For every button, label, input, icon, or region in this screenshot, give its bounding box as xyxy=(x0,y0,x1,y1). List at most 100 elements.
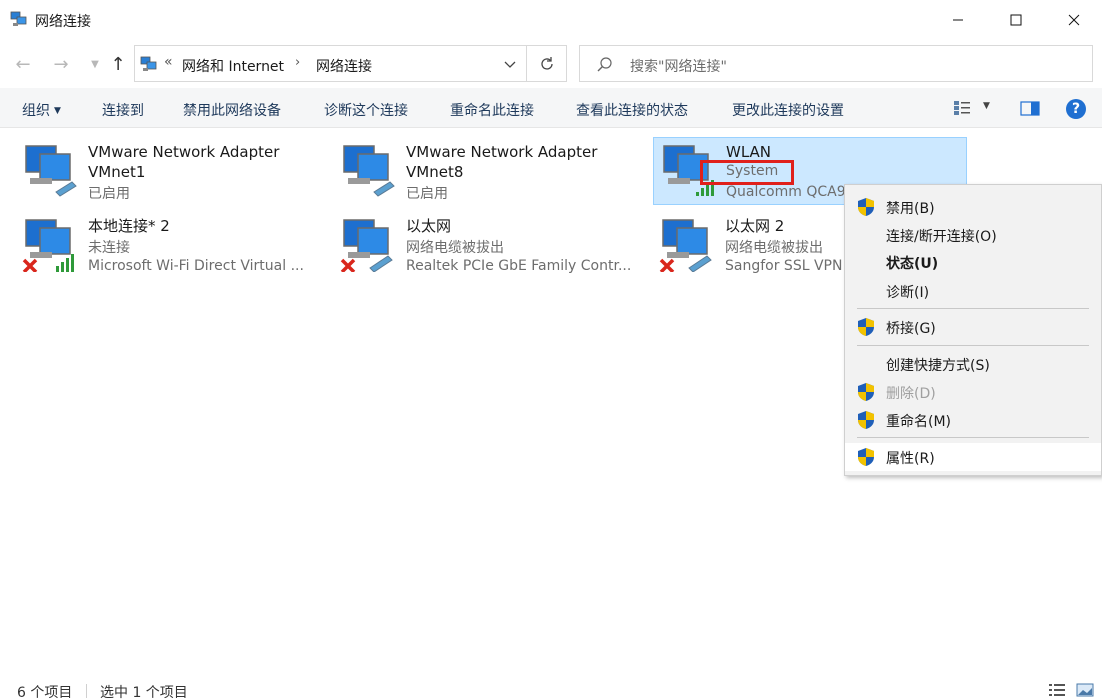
menu-label: 删除(D) xyxy=(886,386,936,402)
arrow-right-icon: → xyxy=(53,53,69,75)
minimize-icon xyxy=(953,19,963,21)
connection-name: 以太网 xyxy=(406,217,452,235)
wireless-adapter-disconnected-icon xyxy=(22,219,74,272)
refresh-button[interactable] xyxy=(527,45,567,82)
context-menu: 禁用(B) 连接/断开连接(O) 状态(U) 诊断(I) 桥接(G) 创建快捷方… xyxy=(844,184,1102,476)
menu-label: 禁用(B) xyxy=(886,201,935,217)
forward-button[interactable]: → xyxy=(50,52,72,76)
connection-status: 未连接 xyxy=(88,240,130,256)
menu-item-properties[interactable]: 属性(R) xyxy=(845,443,1101,471)
menu-label: 连接/断开连接(O) xyxy=(886,229,997,245)
close-icon xyxy=(1068,14,1080,26)
connection-item-ethernet-2[interactable]: 以太网 2 网络电缆被拔出 Sangfor SSL VPN xyxy=(653,212,843,280)
refresh-icon xyxy=(540,56,553,70)
view-options-icon[interactable] xyxy=(953,100,971,116)
network-connections-icon xyxy=(10,11,27,26)
connection-name-line2: VMnet1 xyxy=(88,163,146,181)
organize-button[interactable]: 组织 ▼ xyxy=(22,100,61,120)
connection-name: 以太网 2 xyxy=(725,217,785,235)
breadcrumb-network-internet[interactable]: 网络和 Internet xyxy=(182,56,284,76)
overflow-chevron[interactable]: « xyxy=(164,54,173,70)
item-count: 6 个项目 xyxy=(17,685,73,699)
menu-label: 诊断(I) xyxy=(886,285,930,301)
connection-status: 网络电缆被拔出 xyxy=(725,240,823,256)
title-bar: 网络连接 xyxy=(0,0,1102,40)
menu-item-status[interactable]: 状态(U) xyxy=(845,248,1101,276)
chevron-down-icon: ▼ xyxy=(91,58,99,70)
back-button[interactable]: ← xyxy=(12,52,34,76)
connection-status: 网络电缆被拔出 xyxy=(406,240,504,256)
menu-label: 重命名(M) xyxy=(886,414,952,430)
network-connections-icon xyxy=(140,56,157,71)
connection-name: VMware Network Adapter xyxy=(406,143,598,161)
caret-down-icon: ▼ xyxy=(54,106,61,116)
up-button[interactable]: ↑ xyxy=(107,52,129,76)
menu-item-create-shortcut[interactable]: 创建快捷方式(S) xyxy=(845,350,1101,378)
search-input[interactable]: 搜索"网络连接" xyxy=(579,45,1093,82)
connection-device: Qualcomm QCA9 xyxy=(726,184,846,200)
uac-shield-icon xyxy=(858,383,874,401)
connection-device: Microsoft Wi-Fi Direct Virtual ... xyxy=(88,258,304,274)
large-icons-view-icon[interactable] xyxy=(1076,683,1094,697)
connection-item-vmnet1[interactable]: VMware Network Adapter VMnet1 已启用 xyxy=(16,138,316,206)
menu-label: 状态(U) xyxy=(886,256,939,272)
menu-item-disable[interactable]: 禁用(B) xyxy=(845,193,1101,221)
menu-item-bridge[interactable]: 桥接(G) xyxy=(845,313,1101,341)
rename-button[interactable]: 重命名此连接 xyxy=(450,100,534,120)
view-status-button[interactable]: 查看此连接的状态 xyxy=(576,100,688,120)
maximize-icon xyxy=(1010,14,1022,26)
connection-name: VMware Network Adapter xyxy=(88,143,280,161)
connection-status: 已启用 xyxy=(88,186,130,202)
disable-device-button[interactable]: 禁用此网络设备 xyxy=(183,100,281,120)
connect-to-button[interactable]: 连接到 xyxy=(102,100,144,120)
connection-status: 已启用 xyxy=(406,186,448,202)
menu-separator xyxy=(857,437,1089,438)
connection-device: Realtek PCIe GbE Family Contr... xyxy=(406,258,632,274)
details-view-icon[interactable] xyxy=(1048,683,1066,697)
menu-separator xyxy=(857,308,1089,309)
arrow-up-icon: ↑ xyxy=(110,53,126,75)
breadcrumb-chevron-icon[interactable]: › xyxy=(295,55,300,70)
menu-separator xyxy=(857,345,1089,346)
recent-locations-button[interactable]: ▼ xyxy=(84,52,106,76)
status-divider xyxy=(86,684,87,698)
command-bar: 组织 ▼ 连接到 禁用此网络设备 诊断这个连接 重命名此连接 查看此连接的状态 更… xyxy=(0,88,1102,128)
connection-item-local-2[interactable]: 本地连接* 2 未连接 Microsoft Wi-Fi Direct Virtu… xyxy=(16,212,316,280)
search-icon xyxy=(597,57,612,72)
network-adapter-icon xyxy=(25,145,77,197)
menu-item-rename[interactable]: 重命名(M) xyxy=(845,406,1101,434)
menu-item-delete: 删除(D) xyxy=(845,378,1101,406)
change-settings-button[interactable]: 更改此连接的设置 xyxy=(732,100,844,120)
selected-count: 选中 1 个项目 xyxy=(100,685,188,699)
close-button[interactable] xyxy=(1045,0,1102,40)
address-bar[interactable]: « 网络和 Internet › 网络连接 xyxy=(134,45,527,82)
organize-label: 组织 xyxy=(22,103,50,119)
view-dropdown-icon[interactable]: ▼ xyxy=(983,101,990,111)
minimize-button[interactable] xyxy=(929,0,987,40)
menu-item-connect-disconnect[interactable]: 连接/断开连接(O) xyxy=(845,221,1101,249)
uac-shield-icon xyxy=(858,411,874,429)
uac-shield-icon xyxy=(858,198,874,216)
menu-item-diagnose[interactable]: 诊断(I) xyxy=(845,277,1101,305)
connection-item-ethernet[interactable]: 以太网 网络电缆被拔出 Realtek PCIe GbE Family Cont… xyxy=(334,212,634,280)
arrow-left-icon: ← xyxy=(15,53,31,75)
search-placeholder: 搜索"网络连接" xyxy=(630,59,727,75)
uac-shield-icon xyxy=(858,448,874,466)
connection-name: 本地连接* 2 xyxy=(88,217,170,235)
breadcrumb-network-connections[interactable]: 网络连接 xyxy=(316,56,372,76)
preview-pane-icon[interactable] xyxy=(1020,101,1040,116)
uac-shield-icon xyxy=(858,318,874,336)
maximize-button[interactable] xyxy=(987,0,1045,40)
help-icon[interactable]: ? xyxy=(1066,99,1086,119)
menu-label: 创建快捷方式(S) xyxy=(886,358,990,374)
chevron-down-icon[interactable] xyxy=(501,56,519,72)
network-adapter-icon xyxy=(343,145,395,197)
connection-item-vmnet8[interactable]: VMware Network Adapter VMnet8 已启用 xyxy=(334,138,634,206)
menu-label: 桥接(G) xyxy=(886,321,936,337)
address-row: ← → ▼ ↑ « 网络和 Internet › 网络连接 搜索"网络连接" xyxy=(0,44,1102,84)
connection-name-line2: VMnet8 xyxy=(406,163,464,181)
menu-label: 属性(R) xyxy=(886,451,935,467)
diagnose-button[interactable]: 诊断这个连接 xyxy=(324,100,408,120)
window-title: 网络连接 xyxy=(35,14,91,30)
connection-name: WLAN xyxy=(726,143,772,161)
